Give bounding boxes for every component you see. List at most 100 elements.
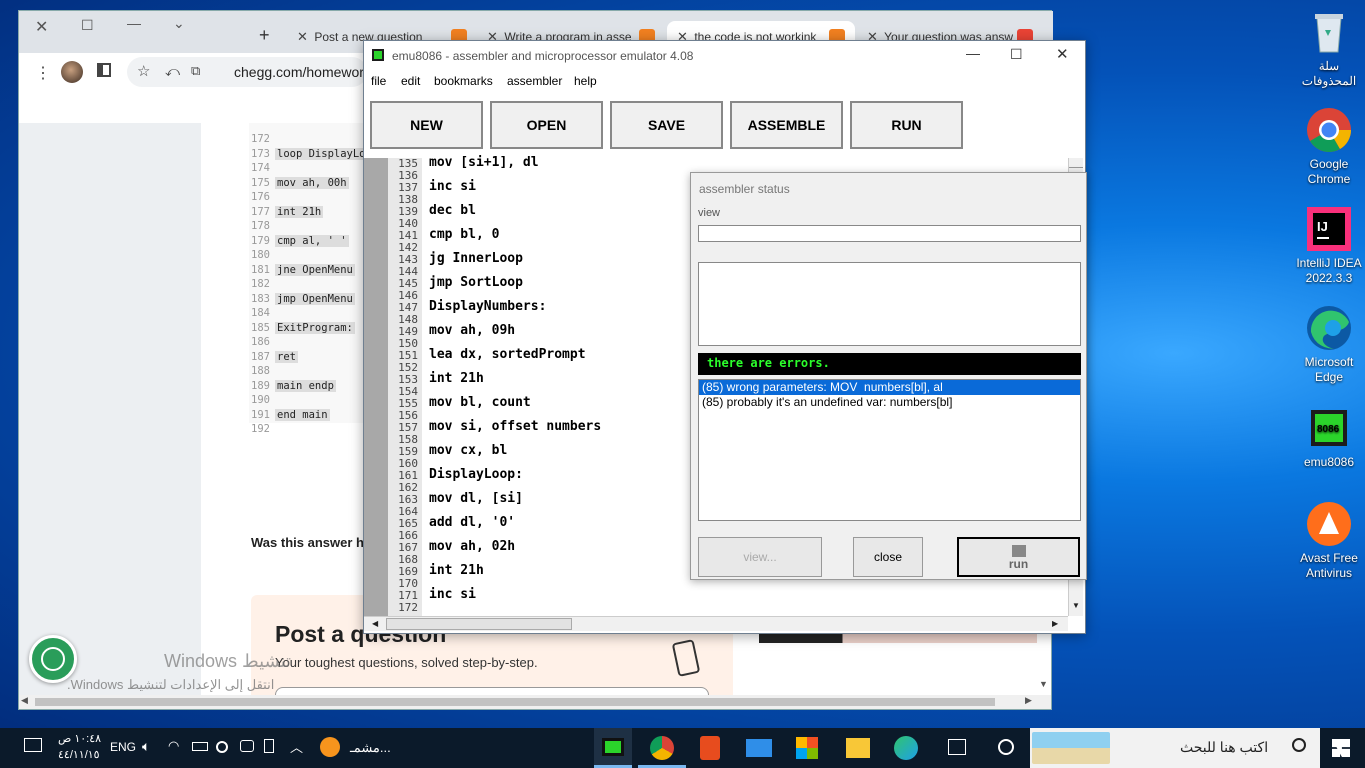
error-list[interactable]: (85) wrong parameters: MOV numbers[bl], … [698, 379, 1081, 521]
store-taskbar-icon[interactable] [796, 737, 818, 759]
share-icon[interactable]: ⤺ [165, 63, 180, 80]
desktop-icon-avast[interactable]: Avast Free Antivirus [1289, 500, 1365, 581]
code-line[interactable]: dec bl [429, 203, 476, 218]
emu-maximize-icon[interactable]: ☐ [1010, 46, 1023, 63]
line-number: 172 [398, 601, 418, 614]
code-line[interactable]: DisplayLoop: [429, 467, 523, 482]
code-line[interactable]: mov si, offset numbers [429, 419, 601, 434]
office-taskbar-icon[interactable] [700, 736, 720, 760]
emu-minimize-icon[interactable]: — [966, 45, 980, 61]
code-line[interactable]: mov bl, count [429, 395, 531, 410]
device-icon[interactable] [264, 739, 274, 753]
close-button[interactable]: close [853, 537, 923, 577]
svg-text:IJ: IJ [1317, 219, 1328, 234]
search-box[interactable]: اكتب هنا للبحث [1030, 728, 1320, 768]
start-windows-icon[interactable] [1332, 739, 1350, 757]
scroll-down-icon[interactable]: ▼ [1039, 679, 1048, 689]
tab-list-icon[interactable]: ⌄ [173, 15, 185, 32]
desktop-icon-emu8086[interactable]: 8086 emu8086 [1289, 404, 1365, 470]
run-button[interactable]: RUN [850, 101, 963, 149]
scroll-thumb[interactable] [35, 698, 995, 706]
tab-restore-icon[interactable]: ☐ [81, 17, 94, 34]
h-scroll-thumb[interactable] [386, 618, 572, 630]
menu-assembler[interactable]: assembler [507, 74, 562, 88]
volume-icon[interactable]: 🔈︎ [142, 738, 150, 755]
url-text[interactable]: chegg.com/homewor [234, 64, 364, 80]
chrome-taskbar-icon[interactable] [638, 728, 686, 768]
code-line[interactable]: mov [si+1], dl [429, 155, 539, 170]
tab-close-icon[interactable]: ✕ [35, 17, 48, 37]
cortana-icon[interactable] [998, 739, 1014, 755]
new-tab-icon[interactable]: + [259, 25, 270, 46]
menu-edit[interactable]: edit [401, 74, 420, 88]
edge-taskbar-icon[interactable] [894, 736, 918, 760]
editor-hscrollbar[interactable]: ◀ ▶ [364, 616, 1068, 631]
desktop-icon-edge[interactable]: Microsoft Edge [1289, 304, 1365, 385]
clock-date[interactable]: ٤٤/١١/١٥ [58, 748, 100, 761]
show-hidden-icons-icon[interactable]: ︿ [290, 737, 303, 756]
menu-dots-icon[interactable]: ⋮ [35, 63, 51, 83]
code-line[interactable]: mov ah, 09h [429, 323, 515, 338]
code-line[interactable]: add dl, '0' [429, 515, 515, 530]
scroll-right-icon[interactable]: ▶ [1052, 619, 1058, 628]
code-line[interactable]: inc si [429, 179, 476, 194]
scroll-up-icon[interactable] [1069, 158, 1083, 168]
tab-minimize-icon[interactable]: — [127, 15, 141, 31]
scroll-down-icon[interactable]: ▼ [1072, 601, 1080, 610]
code-line[interactable]: mov dl, [si] [429, 491, 523, 506]
save-button[interactable]: SAVE [610, 101, 723, 149]
code-line[interactable]: mov cx, bl [429, 443, 507, 458]
clock-time[interactable]: ١٠:٤٨ ص [58, 732, 101, 745]
task-view-icon[interactable] [948, 739, 966, 755]
mail-taskbar-icon[interactable] [746, 739, 772, 757]
menu-help[interactable]: help [574, 74, 597, 88]
code-line[interactable]: lea dx, sortedPrompt [429, 347, 586, 362]
open-button[interactable]: OPEN [490, 101, 603, 149]
emu-close-icon[interactable]: ✕ [1056, 45, 1069, 63]
language-indicator[interactable]: ENG [110, 740, 136, 754]
code-line-text: loop DisplayLo [275, 147, 368, 160]
run-dialog-button[interactable]: run [957, 537, 1080, 577]
scroll-right-icon[interactable]: ▶ [1025, 695, 1032, 706]
desktop-icon-intellij[interactable]: IJ IntelliJ IDEA 2022.3.3 [1289, 205, 1365, 286]
code-line[interactable]: DisplayNumbers: [429, 299, 546, 314]
code-line-number: 185 [251, 321, 270, 334]
menu-file[interactable]: file [371, 74, 386, 88]
code-line[interactable]: jg InnerLoop [429, 251, 523, 266]
code-line[interactable]: inc si [429, 587, 476, 602]
code-line[interactable]: int 21h [429, 563, 484, 578]
weather-app-label[interactable]: مشمـ... [350, 740, 391, 756]
new-button[interactable]: NEW [370, 101, 483, 149]
weather-app-icon[interactable] [320, 737, 340, 757]
install-app-icon[interactable]: ⧉ [191, 63, 200, 79]
code-line[interactable]: int 21h [429, 371, 484, 386]
tab-close-icon[interactable]: ✕ [297, 29, 311, 45]
cookie-settings-button[interactable] [29, 635, 77, 683]
meet-icon[interactable] [240, 740, 254, 752]
scroll-left-icon[interactable]: ◀ [21, 695, 28, 706]
profile-avatar[interactable] [61, 61, 83, 83]
horizontal-scrollbar[interactable]: ◀ ▶ [19, 695, 1051, 709]
code-line-text: ExitProgram: [275, 321, 355, 334]
record-icon[interactable] [216, 741, 228, 753]
code-line[interactable]: jmp SortLoop [429, 275, 523, 290]
emu8086-taskbar-icon[interactable] [594, 728, 632, 768]
error-item[interactable]: (85) probably it's an undefined var: num… [699, 395, 1080, 410]
view-button[interactable]: view... [698, 537, 822, 577]
code-line-number: 186 [251, 336, 270, 348]
view-field[interactable] [698, 225, 1081, 242]
error-item-selected[interactable]: (85) wrong parameters: MOV numbers[bl], … [699, 380, 1080, 395]
side-panel-icon[interactable] [97, 63, 111, 77]
menu-bookmarks[interactable]: bookmarks [434, 74, 493, 88]
file-explorer-taskbar-icon[interactable] [846, 738, 870, 758]
assemble-button[interactable]: ASSEMBLE [730, 101, 843, 149]
desktop-icon-recycle-bin[interactable]: سلة المحذوفات [1289, 8, 1365, 89]
desktop-icon-chrome[interactable]: Google Chrome [1289, 106, 1365, 187]
battery-icon[interactable] [192, 742, 208, 751]
scroll-left-icon[interactable]: ◀ [372, 619, 378, 628]
wifi-icon[interactable]: ◠ [168, 738, 179, 754]
notifications-icon[interactable] [24, 738, 42, 752]
bookmark-star-icon[interactable]: ☆ [137, 62, 150, 80]
code-line[interactable]: mov ah, 02h [429, 539, 515, 554]
code-line[interactable]: cmp bl, 0 [429, 227, 499, 242]
